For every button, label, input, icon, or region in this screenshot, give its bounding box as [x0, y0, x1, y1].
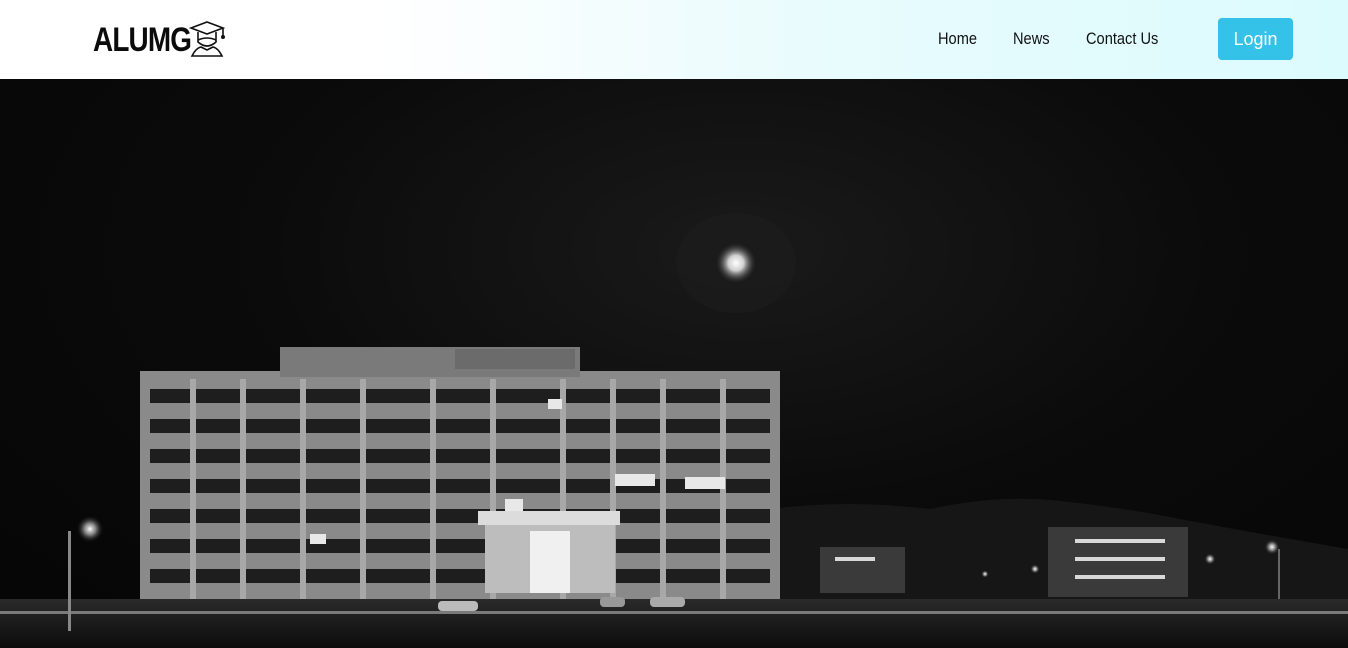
site-logo[interactable]: ALUMG	[93, 18, 226, 62]
nav-home-link[interactable]: Home	[938, 29, 977, 49]
logo-text: ALUMG	[93, 21, 192, 59]
login-button[interactable]: Login	[1218, 18, 1293, 60]
main-building	[140, 347, 780, 611]
hero-image	[0, 79, 1348, 648]
graduate-cap-icon	[188, 20, 226, 63]
top-navbar: ALUMG Home News Contact Us Login	[0, 0, 1348, 79]
nav-contact-link[interactable]: Contact Us	[1086, 29, 1158, 49]
campus-night-photo	[0, 213, 1348, 648]
nav-news-link[interactable]: News	[1013, 29, 1050, 49]
